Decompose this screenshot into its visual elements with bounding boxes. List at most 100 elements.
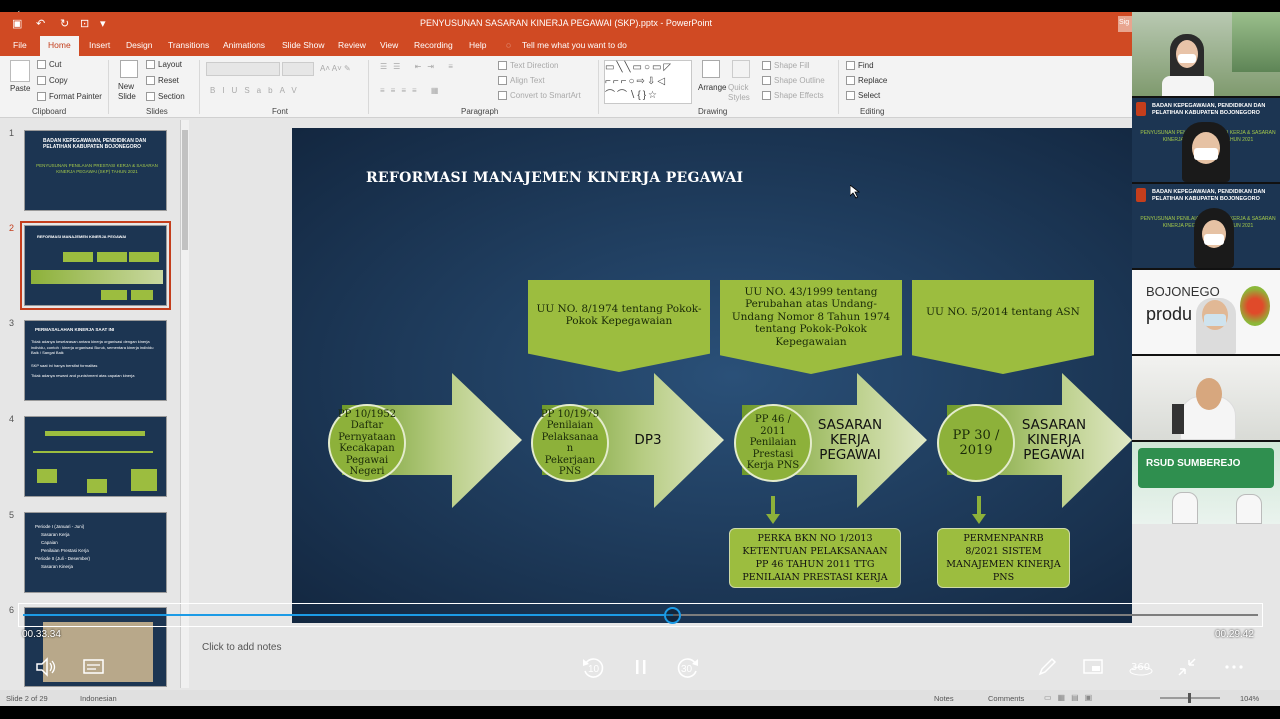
pause-icon[interactable] xyxy=(631,656,651,678)
text-direction-button[interactable]: Text Direction xyxy=(498,61,558,71)
slide-thumbnail-1[interactable]: BADAN KEPEGAWAIAN, PENDIDIKAN DAN PELATI… xyxy=(24,130,167,211)
font-size-select[interactable] xyxy=(282,62,314,76)
thumb-number: 4 xyxy=(9,414,15,424)
layout-icon xyxy=(146,60,155,70)
tell-me-search[interactable]: Tell me what you want to do xyxy=(522,40,627,50)
slide-thumbnail-3[interactable]: PERMASALAHAN KINERJA SAAT INI Tidak adan… xyxy=(24,320,167,401)
divider xyxy=(838,60,839,114)
video-tile-1[interactable] xyxy=(1132,12,1280,96)
title-bar: ▣ ↶ ↻ ⊡ ▾ PENYUSUNAN SASARAN KINERJA PEG… xyxy=(0,12,1132,36)
align-text-button[interactable]: Align Text xyxy=(498,76,545,86)
circle-pp-30-2019: PP 30 / 2019 xyxy=(937,404,1015,482)
tab-recording[interactable]: Recording xyxy=(414,40,453,50)
skip-back-icon[interactable]: 10 xyxy=(580,655,606,681)
participant-icon xyxy=(1236,494,1262,524)
down-arrow-head xyxy=(766,514,780,524)
reset-icon xyxy=(146,76,155,86)
section-button[interactable]: Section xyxy=(146,92,185,102)
find-button[interactable]: Find xyxy=(846,61,874,71)
slide-thumbnail-2[interactable]: REFORMASI MANAJEMEN KINERJA PEGAWAI xyxy=(20,221,171,310)
align-text-icon xyxy=(498,76,507,86)
arrange-button[interactable]: Arrange xyxy=(698,83,726,92)
video-tile-3[interactable]: BADAN KEPEGAWAIAN, PENDIDIKAN DAN PELATI… xyxy=(1132,184,1280,268)
timeline-scrubber[interactable] xyxy=(664,607,681,624)
paste-icon[interactable] xyxy=(10,60,30,82)
align-icons[interactable]: ≡≡≡≡ ▦ xyxy=(380,86,444,95)
subtitles-icon[interactable] xyxy=(82,656,106,678)
font-grow-icon[interactable]: A˄ A˅ ✎ xyxy=(320,64,351,73)
cursor-icon xyxy=(846,91,855,101)
outline-icon xyxy=(762,76,771,86)
tab-review[interactable]: Review xyxy=(338,40,366,50)
select-button[interactable]: Select xyxy=(846,91,880,101)
format-painter-button[interactable]: Format Painter xyxy=(37,92,102,102)
video-tile-6[interactable]: RSUD SUMBEREJO xyxy=(1132,442,1280,524)
convert-smartart-button[interactable]: Convert to SmartArt xyxy=(498,91,581,101)
copy-button[interactable]: Copy xyxy=(37,76,68,86)
tab-animations[interactable]: Animations xyxy=(223,40,265,50)
banner-uu-43-1999: UU NO. 43/1999 tentang Perubahan atas Un… xyxy=(720,280,902,374)
notes-pane[interactable]: Click to add notes xyxy=(192,630,1132,690)
zoom-level[interactable]: 104% xyxy=(1240,694,1259,703)
video-tile-2[interactable]: BADAN KEPEGAWAIAN, PENDIDIKAN DAN PELATI… xyxy=(1132,98,1280,182)
notes-toggle[interactable]: Notes xyxy=(934,694,954,703)
font-format-icons[interactable]: BIUSabAV xyxy=(210,86,304,95)
tab-home[interactable]: Home xyxy=(40,36,79,56)
cut-button[interactable]: Cut xyxy=(37,60,61,70)
skip-forward-icon[interactable]: 30 xyxy=(675,655,701,681)
slide-thumbnail-5[interactable]: Periode I (Januari - Juni) Sasaran Kerja… xyxy=(24,512,167,593)
thumb-number: 3 xyxy=(9,318,15,328)
replace-button[interactable]: Replace xyxy=(846,76,887,86)
new-slide-icon[interactable] xyxy=(120,60,138,78)
banner-uu-8-1974: UU NO. 8/1974 tentang Pokok-Pokok Kepega… xyxy=(528,280,710,372)
paste-button[interactable]: Paste xyxy=(10,84,30,93)
tab-help[interactable]: Help xyxy=(469,40,486,50)
tab-slide-show[interactable]: Slide Show xyxy=(282,40,325,50)
label-sasaran-kerja: SASARAN KERJA PEGAWAI xyxy=(817,417,883,463)
current-slide[interactable]: REFORMASI MANAJEMEN KINERJA PEGAWAI UU N… xyxy=(292,128,1172,623)
tab-file[interactable]: File xyxy=(13,40,27,50)
zoom-slider-handle[interactable] xyxy=(1188,693,1191,703)
layout-button[interactable]: Layout xyxy=(146,60,182,70)
tab-transitions[interactable]: Transitions xyxy=(168,40,209,50)
down-arrow xyxy=(771,496,775,516)
font-family-select[interactable] xyxy=(206,62,280,76)
mini-view-icon[interactable] xyxy=(1082,656,1104,678)
quick-styles-icon[interactable] xyxy=(732,60,750,78)
tab-design[interactable]: Design xyxy=(126,40,152,50)
quick-styles-button[interactable]: Quick Styles xyxy=(728,83,756,103)
copy-icon xyxy=(37,76,46,86)
video-tile-4[interactable]: BOJONEGO produ xyxy=(1132,270,1280,354)
language-indicator[interactable]: Indonesian xyxy=(80,694,117,703)
shapes-gallery[interactable]: ▭╲╲▭○▭◸ ⌐⌐⌐○⇨⇩◁ ⌒⌒∖{}☆ xyxy=(604,60,692,104)
thumb-number: 2 xyxy=(9,223,15,233)
volume-icon[interactable] xyxy=(34,656,58,678)
circle-pp-10-1979: PP 10/1979 Penilaian Pelaksanaa n Pekerj… xyxy=(531,404,609,482)
sign-in-button[interactable]: Sig xyxy=(1118,16,1132,32)
tab-insert[interactable]: Insert xyxy=(89,40,110,50)
divider xyxy=(368,60,369,114)
bottom-bar xyxy=(0,706,1280,719)
exit-fullscreen-icon[interactable] xyxy=(1176,656,1198,678)
more-options-icon[interactable] xyxy=(1222,656,1246,678)
brush-icon xyxy=(37,92,46,102)
list-icons[interactable]: ☰☰ ⇤⇥ ≡ xyxy=(380,62,459,71)
tab-view[interactable]: View xyxy=(380,40,398,50)
360-view-icon[interactable]: 360 xyxy=(1128,656,1154,678)
video-tile-5[interactable] xyxy=(1132,356,1280,440)
arrange-icon[interactable] xyxy=(702,60,720,78)
shape-fill-button[interactable]: Shape Fill xyxy=(762,61,810,71)
shape-effects-button[interactable]: Shape Effects xyxy=(762,91,824,101)
view-buttons[interactable]: ▭▦▤▣ xyxy=(1044,693,1104,702)
new-slide-button[interactable]: New Slide xyxy=(118,82,148,102)
slide-thumbnail-4[interactable] xyxy=(24,416,167,497)
group-font: Font xyxy=(272,107,289,116)
playback-timeline[interactable] xyxy=(18,603,1263,627)
box-permenpanrb: PERMENPANRB 8/2021 SISTEM MANAJEMEN KINE… xyxy=(937,528,1070,588)
comments-toggle[interactable]: Comments xyxy=(988,694,1024,703)
shape-outline-button[interactable]: Shape Outline xyxy=(762,76,825,86)
scissors-icon xyxy=(37,60,46,70)
pen-icon[interactable] xyxy=(1036,656,1058,678)
logo-icon xyxy=(1136,102,1146,116)
reset-button[interactable]: Reset xyxy=(146,76,179,86)
